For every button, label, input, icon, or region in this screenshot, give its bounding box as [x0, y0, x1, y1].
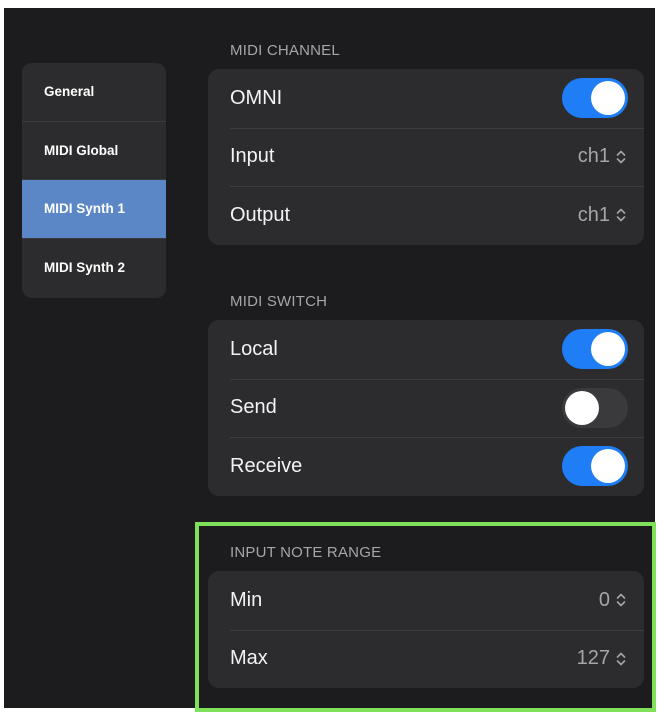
send-label: Send [230, 396, 277, 419]
input-channel-stepper[interactable]: ch1 [578, 145, 626, 168]
toggle-knob [591, 332, 625, 367]
toggle-knob [591, 449, 625, 484]
sidebar-item-label: MIDI Global [44, 142, 119, 158]
toggle-knob [591, 81, 625, 116]
send-row: Send [208, 378, 644, 438]
midi-switch-group: Local Send Receive [208, 320, 644, 496]
section-header-midi-channel: MIDI CHANNEL [230, 42, 340, 59]
settings-window: General MIDI Global MIDI Synth 1 MIDI Sy… [4, 8, 656, 712]
receive-label: Receive [230, 454, 303, 477]
receive-row: Receive [208, 437, 644, 496]
sidebar: General MIDI Global MIDI Synth 1 MIDI Sy… [22, 63, 166, 298]
output-row: Output ch1 [208, 186, 644, 245]
local-toggle[interactable] [562, 329, 628, 370]
input-label: Input [230, 145, 275, 168]
omni-toggle[interactable] [562, 78, 628, 119]
send-toggle[interactable] [562, 387, 628, 428]
local-label: Local [230, 337, 278, 360]
midi-channel-group: OMNI Input ch1 Output ch1 [208, 69, 644, 245]
highlight-box [195, 522, 656, 712]
sidebar-item-label: General [44, 84, 95, 100]
output-label: Output [230, 203, 291, 226]
local-row: Local [208, 320, 644, 379]
sidebar-item-midi-synth-1[interactable]: MIDI Synth 1 [22, 180, 166, 239]
chevron-up-down-icon [616, 208, 626, 222]
sidebar-item-midi-synth-2[interactable]: MIDI Synth 2 [22, 239, 166, 298]
omni-label: OMNI [230, 86, 283, 109]
toggle-knob [565, 390, 599, 425]
output-channel-value: ch1 [577, 203, 610, 226]
input-channel-value: ch1 [577, 145, 610, 168]
chevron-up-down-icon [616, 150, 626, 164]
input-row: Input ch1 [208, 127, 644, 187]
sidebar-item-general[interactable]: General [22, 63, 166, 122]
output-channel-stepper[interactable]: ch1 [578, 204, 626, 227]
sidebar-item-label: MIDI Synth 1 [44, 201, 126, 217]
section-header-midi-switch: MIDI SWITCH [230, 293, 328, 310]
receive-toggle[interactable] [562, 446, 628, 487]
sidebar-item-midi-global[interactable]: MIDI Global [22, 122, 166, 180]
omni-row: OMNI [208, 69, 644, 128]
sidebar-item-label: MIDI Synth 2 [44, 260, 126, 276]
